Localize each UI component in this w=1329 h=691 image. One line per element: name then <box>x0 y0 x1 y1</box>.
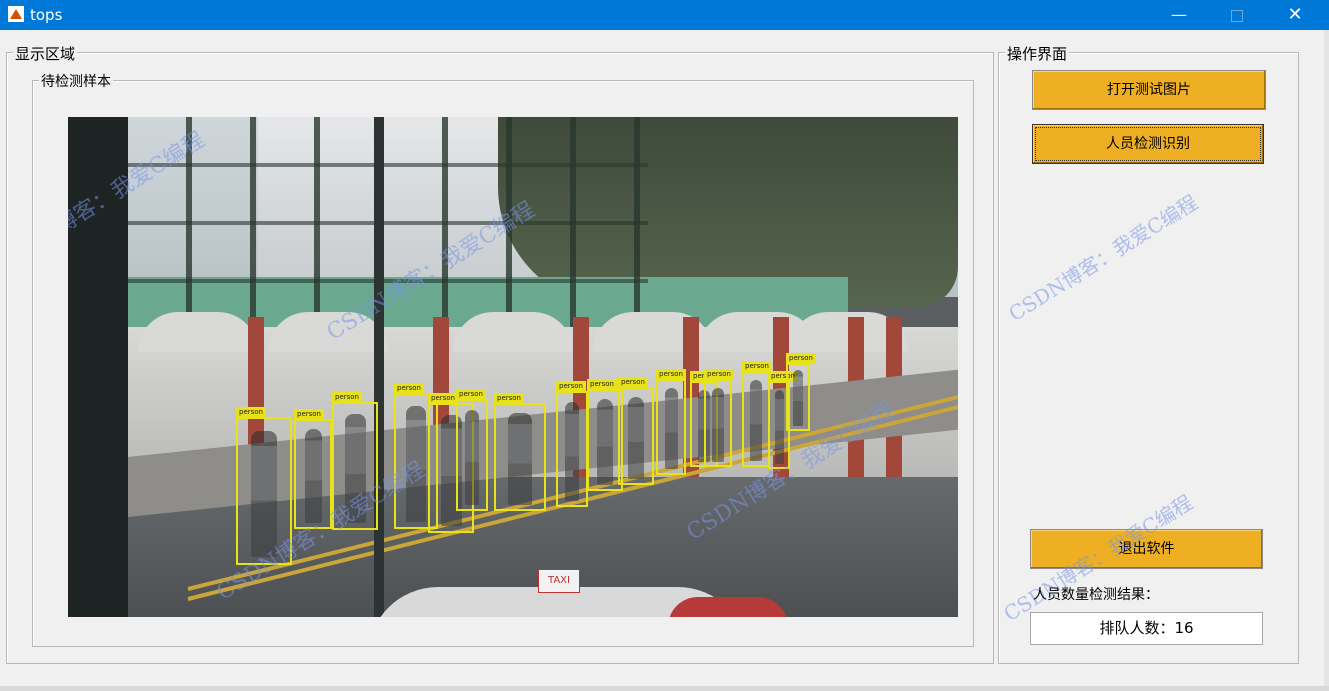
detection-image: TAXI person person person person person … <box>68 117 958 617</box>
detection-label: person <box>428 393 458 404</box>
detection-box: person <box>786 353 816 431</box>
detection-label: person <box>656 369 686 380</box>
queue-count-result: 排队人数：16 <box>1030 612 1263 645</box>
detection-label: person <box>394 383 424 394</box>
detection-box: person <box>618 377 654 485</box>
display-area-title: 显示区域 <box>13 43 78 64</box>
operations-panel-title: 操作界面 <box>1005 43 1070 64</box>
window-edge <box>1324 30 1329 686</box>
detection-label: person <box>618 377 648 388</box>
matlab-icon <box>8 6 24 22</box>
detection-box: person <box>656 369 686 475</box>
detection-label: person <box>494 393 524 404</box>
detection-box: person <box>742 361 772 467</box>
detection-box: person <box>456 389 488 511</box>
sample-panel-title: 待检测样本 <box>39 71 113 91</box>
taxi-sign: TAXI <box>538 569 580 593</box>
detection-box: person <box>556 381 588 507</box>
detection-label: person <box>704 369 734 380</box>
open-test-image-button[interactable]: 打开测试图片 <box>1032 70 1266 110</box>
detection-label: person <box>587 379 617 390</box>
window-title: tops <box>30 6 63 24</box>
detection-label: person <box>556 381 586 392</box>
detection-label: person <box>456 389 486 400</box>
image-pole <box>374 117 384 617</box>
person-detect-button[interactable]: 人员检测识别 <box>1032 124 1264 164</box>
detection-box: person <box>704 369 734 467</box>
detection-label: person <box>786 353 816 364</box>
image-red-car <box>668 597 788 617</box>
close-button[interactable]: ✕ <box>1272 0 1318 30</box>
wall-arch <box>453 312 573 352</box>
window-bottom-edge <box>0 686 1329 691</box>
title-bar: tops — ✕ <box>0 0 1329 30</box>
maximize-button[interactable] <box>1214 0 1260 30</box>
minimize-button[interactable]: — <box>1156 0 1202 30</box>
detection-label: person <box>332 392 362 403</box>
detection-label: person <box>294 409 324 420</box>
result-label: 人员数量检测结果： <box>1033 587 1159 603</box>
maximize-icon <box>1231 9 1243 22</box>
detection-label: person <box>236 407 266 418</box>
detection-box: person <box>494 393 546 511</box>
wall-arch <box>138 312 258 352</box>
